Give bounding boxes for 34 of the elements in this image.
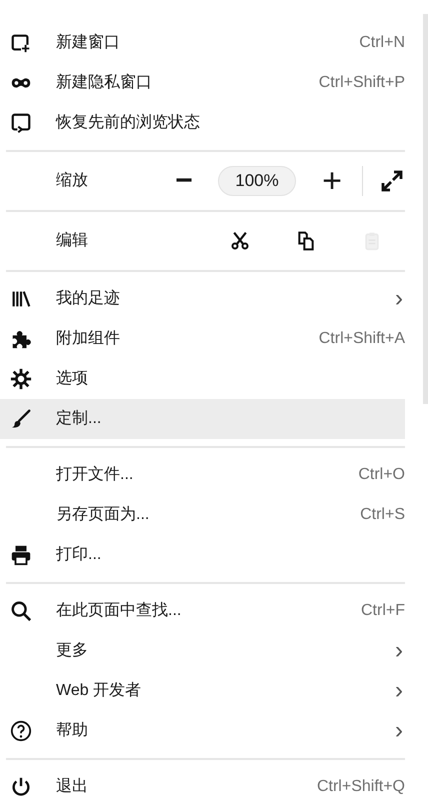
menu-item[interactable]: 打开文件... Ctrl+O: [0, 455, 405, 495]
zoom-label: 缩放: [56, 170, 89, 191]
menu-item[interactable]: 退出 Ctrl+Shift+Q: [0, 767, 405, 807]
menu-item[interactable]: 新建窗口 Ctrl+N: [0, 23, 405, 63]
menu-item[interactable]: 选项: [0, 359, 405, 399]
menu-item[interactable]: Web 开发者 ›: [0, 671, 405, 711]
printer-icon: [10, 544, 32, 566]
menu-item[interactable]: 在此页面中查找... Ctrl+F: [0, 591, 405, 631]
menu-item[interactable]: 定制...: [0, 399, 405, 439]
menu-item[interactable]: 更多 ›: [0, 631, 405, 671]
menu-item[interactable]: 打印...: [0, 535, 405, 575]
power-icon: [10, 776, 32, 798]
edit-label: 编辑: [56, 230, 89, 251]
zoom-reset-button[interactable]: 100%: [218, 166, 296, 196]
zoom-out-button[interactable]: −: [160, 166, 208, 196]
menu-item[interactable]: 新建隐私窗口 Ctrl+Shift+P: [0, 63, 405, 103]
menu-item[interactable]: 恢复先前的浏览状态: [0, 103, 405, 143]
gear-icon: [10, 368, 32, 390]
scissors-icon: [230, 231, 250, 251]
menu-item[interactable]: 我的足迹 ›: [0, 279, 405, 319]
zoom-in-button[interactable]: +: [314, 164, 350, 198]
restore-window-icon: [10, 112, 32, 134]
help-icon: [10, 720, 32, 742]
fullscreen-button[interactable]: [380, 169, 404, 193]
search-icon: [10, 600, 32, 622]
copy-icon: [296, 231, 316, 251]
expand-icon: [380, 169, 404, 193]
paintbrush-icon: [10, 408, 32, 430]
new-window-icon: [10, 32, 32, 54]
menu-item[interactable]: 另存页面为... Ctrl+S: [0, 495, 405, 535]
puzzle-icon: [10, 328, 32, 350]
scrollbar-thumb[interactable]: [423, 14, 428, 404]
menu-item[interactable]: 帮助 ›: [0, 711, 405, 751]
menu-item[interactable]: 附加组件 Ctrl+Shift+A: [0, 319, 405, 359]
